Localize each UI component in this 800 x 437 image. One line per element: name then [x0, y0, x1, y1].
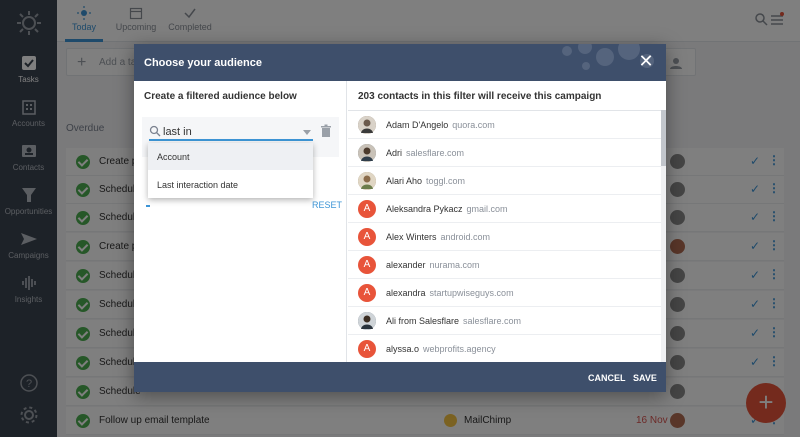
contact-domain: toggl.com [426, 176, 466, 186]
contact-row[interactable]: A Aleksandra Pykacz gmail.com [348, 195, 662, 223]
avatar: A [358, 200, 376, 218]
contact-row[interactable]: Alari Aho toggl.com [348, 167, 662, 195]
contact-name: Aleksandra Pykacz gmail.com [386, 204, 508, 214]
decorative-bubble [582, 62, 590, 70]
contact-name: Alex Winters android.com [386, 232, 491, 242]
save-button[interactable]: SAVE [633, 373, 657, 383]
filter-field-dropdown: Account Last interaction date [148, 143, 313, 198]
contact-domain: webprofits.agency [423, 344, 496, 354]
decorative-bubble [562, 46, 572, 56]
dropdown-option-last-interaction-date[interactable]: Last interaction date [148, 171, 313, 198]
contact-row[interactable]: A alexander nurama.com [348, 251, 662, 279]
contact-name: alyssa.o webprofits.agency [386, 344, 496, 354]
contact-row[interactable]: A Alex Winters android.com [348, 223, 662, 251]
filter-pane-heading: Create a filtered audience below [144, 91, 297, 102]
contact-row[interactable]: Adri salesflare.com [348, 139, 662, 167]
contact-row[interactable]: Adam D'Angelo quora.com [348, 111, 662, 139]
avatar: A [358, 256, 376, 274]
modal-header: Choose your audience ✕ [134, 44, 666, 81]
chevron-down-icon[interactable] [303, 130, 311, 135]
contact-row[interactable]: A alexandra startupwiseguys.com [348, 279, 662, 307]
cancel-button[interactable]: CANCEL [588, 373, 626, 383]
audience-modal: Choose your audience ✕ Create a filtered… [134, 44, 666, 392]
avatar: A [358, 284, 376, 302]
decorative-bubble [596, 48, 614, 66]
person-photo-icon [358, 144, 376, 162]
contact-name: Adam D'Angelo quora.com [386, 120, 495, 130]
dropdown-option-account[interactable]: Account [148, 143, 313, 170]
decorative-bubble [618, 44, 640, 60]
contact-row[interactable]: Ali from Salesflare salesflare.com [348, 307, 662, 335]
modal-title: Choose your audience [144, 57, 262, 69]
contact-domain: startupwiseguys.com [429, 288, 514, 298]
filter-pane: Create a filtered audience below last in… [134, 81, 347, 362]
avatar [358, 172, 376, 190]
contact-name: alexander nurama.com [386, 260, 480, 270]
avatar [358, 144, 376, 162]
avatar: A [358, 228, 376, 246]
contact-domain: android.com [440, 232, 491, 242]
contact-name: Adri salesflare.com [386, 148, 465, 158]
search-icon [149, 125, 161, 137]
contact-domain: gmail.com [466, 204, 508, 214]
scrollbar-thumb[interactable] [661, 110, 666, 166]
person-photo-icon [358, 312, 376, 330]
avatar [358, 312, 376, 330]
search-value: last in [163, 126, 192, 138]
contact-domain: quora.com [452, 120, 495, 130]
contact-name: Ali from Salesflare salesflare.com [386, 316, 522, 326]
close-icon[interactable]: ✕ [638, 52, 654, 70]
person-photo-icon [358, 116, 376, 134]
avatar: A [358, 340, 376, 358]
contact-list-scrollbar[interactable] [661, 110, 666, 362]
reset-button[interactable]: RESET [312, 200, 342, 210]
contacts-pane: 203 contacts in this filter will receive… [348, 81, 666, 362]
contact-name: alexandra startupwiseguys.com [386, 288, 514, 298]
person-photo-icon [358, 172, 376, 190]
contacts-count-heading: 203 contacts in this filter will receive… [358, 91, 602, 102]
contact-name: Alari Aho toggl.com [386, 176, 466, 186]
avatar [358, 116, 376, 134]
contact-domain: nurama.com [429, 260, 480, 270]
contact-domain: salesflare.com [463, 316, 522, 326]
trash-icon[interactable] [320, 124, 332, 138]
contact-row[interactable]: A alyssa.o webprofits.agency [348, 335, 662, 362]
add-filter-link-fragment[interactable] [146, 205, 150, 207]
contact-list[interactable]: Adam D'Angelo quora.com Adri salesflare.co… [348, 110, 662, 362]
modal-footer: CANCEL SAVE [134, 362, 666, 392]
contact-domain: salesflare.com [406, 148, 465, 158]
decorative-bubble [578, 44, 592, 54]
filter-field-search-input[interactable]: last in [149, 122, 313, 141]
